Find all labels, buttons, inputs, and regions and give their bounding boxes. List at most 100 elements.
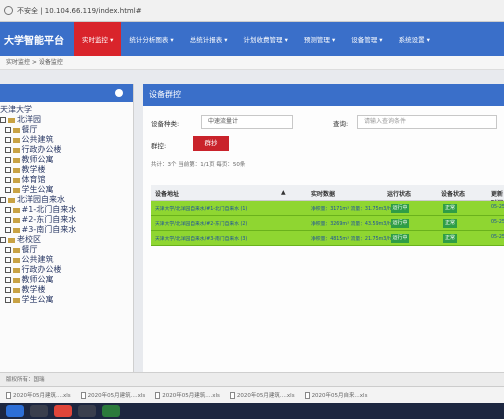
tree-item[interactable]: 天津大学 (0, 105, 133, 115)
download-item[interactable]: 2020年05月自来...xls (304, 391, 367, 399)
tree-item[interactable]: 老校区 (0, 235, 133, 245)
file-icon (304, 391, 310, 399)
tree-item[interactable]: #2-东门自来水 (0, 215, 133, 225)
spreadsheet-icon[interactable] (102, 405, 120, 417)
tree-item[interactable]: 教学楼 (0, 285, 133, 295)
table-row[interactable]: 天津大学/北洋园自来水/#1-北门自来水 (1) 净积量：3171m³ 流量：3… (151, 201, 504, 216)
nav-settings[interactable]: 系统设置 ▾ (391, 22, 438, 56)
device-status-badge: 正常 (443, 219, 457, 228)
tree-item[interactable]: #3-南门自来水 (0, 225, 133, 235)
tree-item[interactable]: 行政办公楼 (0, 265, 133, 275)
settings-icon[interactable] (115, 89, 123, 97)
folder-icon (12, 177, 20, 183)
download-item[interactable]: 2020年05月建筑....xls (6, 391, 71, 399)
start-icon[interactable] (6, 405, 24, 417)
checkbox[interactable] (4, 287, 11, 293)
browser-icon[interactable] (54, 405, 72, 417)
table-header: 设备地址 ▲ 实时数据 运行状态 设备状态 更新时间 (151, 185, 504, 207)
folder-icon (12, 227, 20, 233)
folder-icon (12, 147, 20, 153)
folder-icon (12, 137, 20, 143)
tree-item[interactable]: 公共建筑 (0, 135, 133, 145)
checkbox[interactable] (4, 227, 11, 233)
col-run-status[interactable]: 运行状态 (387, 189, 411, 198)
device-type-label: 设备种类: (151, 120, 180, 128)
nav-forecast[interactable]: 预测管理 ▾ (296, 22, 343, 56)
nav-billing[interactable]: 计划收费管理 ▾ (236, 22, 296, 56)
folder-icon (12, 207, 20, 213)
checkbox[interactable] (4, 137, 11, 143)
folder-icon (8, 237, 15, 243)
checkbox[interactable] (4, 277, 11, 283)
tree-item[interactable]: 学生公寓 (0, 295, 133, 305)
folder-icon (12, 277, 20, 283)
checkbox[interactable] (4, 177, 11, 183)
run-status-badge: 运行中 (391, 234, 409, 243)
tree-item[interactable]: 教师公寓 (0, 155, 133, 165)
status-bar: 版权所有：国瑞 (0, 372, 504, 386)
group-read-button[interactable]: 群抄 (193, 136, 229, 151)
tree-item[interactable]: 教师公寓 (0, 275, 133, 285)
explorer-icon[interactable] (30, 405, 48, 417)
checkbox[interactable] (4, 167, 11, 173)
folder-icon[interactable] (78, 405, 96, 417)
device-status-badge: 正常 (443, 204, 457, 213)
nav-realtime[interactable]: 实时监控 ▾ (74, 22, 122, 56)
folder-icon (12, 217, 20, 223)
nav-reports[interactable]: 总统计报表 ▾ (182, 22, 236, 56)
nav-charts[interactable]: 统计分析图表 ▾ (121, 22, 181, 56)
tree-item[interactable]: 体育馆 (0, 175, 133, 185)
table-row[interactable]: 天津大学/北洋园自来水/#3-南门自来水 (3) 净积量：4815m³ 流量：2… (151, 231, 504, 246)
checkbox[interactable] (4, 187, 11, 193)
download-item[interactable]: 2020年05月建筑....xls (155, 391, 220, 399)
checkbox[interactable] (0, 117, 6, 123)
tree-item[interactable]: 公共建筑 (0, 255, 133, 265)
tree-item[interactable]: 北洋园自来水 (0, 195, 133, 205)
group-label: 群控: (151, 142, 167, 150)
sort-icon[interactable]: ▲ (281, 189, 286, 196)
checkbox[interactable] (4, 127, 11, 133)
col-realtime[interactable]: 实时数据 (311, 189, 335, 198)
checkbox[interactable] (4, 267, 11, 273)
folder-icon (12, 187, 20, 193)
tree-item[interactable]: 餐厅 (0, 125, 133, 135)
nav-devices[interactable]: 设备管理 ▾ (343, 22, 390, 56)
col-address[interactable]: 设备地址 (155, 189, 179, 198)
download-item[interactable]: 2020年05月建筑....xls (80, 391, 145, 399)
checkbox[interactable] (4, 157, 11, 163)
folder-icon (8, 117, 15, 123)
address-bar[interactable]: 不安全 | 10.104.66.119/index.html# (0, 0, 504, 22)
tree-item[interactable]: 北洋园 (0, 115, 133, 125)
tree-item[interactable]: #1-北门自来水 (0, 205, 133, 215)
checkbox[interactable] (0, 197, 6, 203)
tree-item[interactable]: 教学楼 (0, 165, 133, 175)
device-status-badge: 正常 (443, 234, 457, 243)
tree-item[interactable]: 餐厅 (0, 245, 133, 255)
folder-icon (12, 267, 20, 273)
checkbox[interactable] (4, 247, 11, 253)
tree-header (0, 84, 133, 102)
file-icon (229, 391, 235, 399)
checkbox[interactable] (0, 237, 6, 243)
checkbox[interactable] (4, 257, 11, 263)
table-row[interactable]: 天津大学/北洋园自来水/#2-东门自来水 (2) 净积量：3269m³ 流量：4… (151, 216, 504, 231)
folder-icon (12, 247, 20, 253)
tree-item[interactable]: 行政办公楼 (0, 145, 133, 155)
run-status-badge: 运行中 (391, 219, 409, 228)
top-nav: 大学智能平台 实时监控 ▾ 统计分析图表 ▾ 总统计报表 ▾ 计划收费管理 ▾ … (0, 22, 504, 56)
taskbar (0, 403, 504, 419)
file-icon (80, 391, 86, 399)
checkbox[interactable] (4, 297, 11, 303)
checkbox[interactable] (4, 147, 11, 153)
download-item[interactable]: 2020年05月建筑....xls (229, 391, 295, 399)
col-device-status[interactable]: 设备状态 (441, 189, 465, 198)
checkbox[interactable] (4, 217, 11, 223)
device-table: 设备地址 ▲ 实时数据 运行状态 设备状态 更新时间 天津大学/北洋园自来水/#… (151, 185, 504, 246)
tree-item[interactable]: 学生公寓 (0, 185, 133, 195)
query-input[interactable]: 请输入查询条件 (357, 115, 497, 129)
folder-icon (12, 127, 20, 133)
folder-icon (8, 197, 15, 203)
address-text: 不安全 | 10.104.66.119/index.html# (17, 6, 142, 15)
device-type-select[interactable]: 中速流量计 (201, 115, 293, 129)
checkbox[interactable] (4, 207, 11, 213)
